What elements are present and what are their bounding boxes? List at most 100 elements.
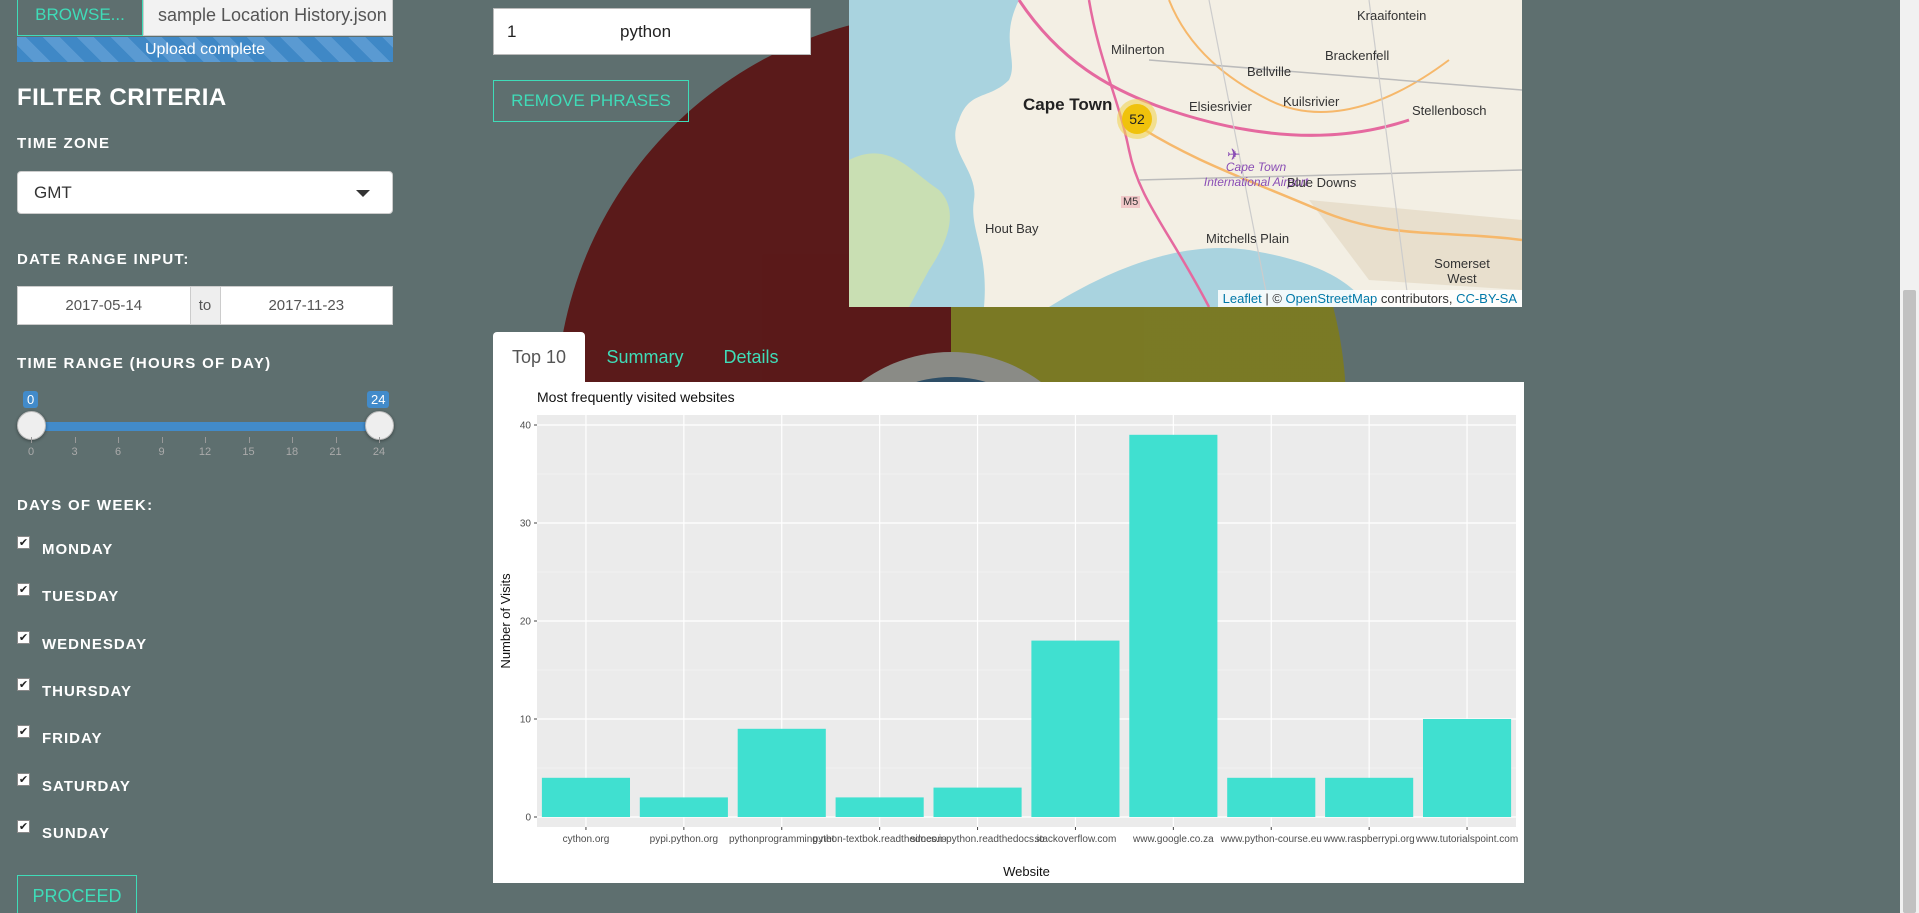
- map-label: Elsiesrivier: [1189, 99, 1252, 114]
- checkbox-icon[interactable]: ✔: [17, 725, 30, 739]
- tab-summary[interactable]: Summary: [598, 332, 692, 382]
- bar: [1422, 719, 1512, 817]
- time-range-label: TIME RANGE (HOURS OF DAY): [17, 355, 272, 372]
- map-label: Hout Bay: [985, 221, 1039, 236]
- upload-status-text: Upload complete: [144, 40, 266, 58]
- slider-tick-label: 0: [27, 446, 35, 458]
- attribution-sep: | ©: [1261, 291, 1286, 306]
- checkbox-icon[interactable]: ✔: [17, 677, 30, 691]
- slider-high-handle[interactable]: [365, 411, 394, 440]
- time-zone-label: TIME ZONE: [17, 135, 111, 152]
- map-label: Stellenbosch: [1412, 103, 1487, 118]
- slider-tick-mark: [335, 437, 337, 443]
- slider-tick-label: 6: [114, 446, 122, 458]
- map-label: Kuilsrivier: [1283, 94, 1340, 109]
- slider-tick-mark: [292, 437, 293, 443]
- time-zone-value: GMT: [34, 182, 72, 202]
- day-checkbox-friday[interactable]: ✔ FRIDAY: [17, 725, 102, 747]
- y-tick-label: 0: [525, 813, 531, 824]
- time-range-slider-track[interactable]: [31, 422, 379, 431]
- bar: [1129, 434, 1218, 817]
- remove-phrases-button[interactable]: REMOVE PHRASES: [493, 80, 689, 122]
- slider-tick-label: 3: [71, 446, 78, 458]
- browse-button[interactable]: BROWSE...: [17, 0, 143, 36]
- day-checkbox-thursday[interactable]: ✔ THURSDAY: [17, 677, 132, 700]
- x-tick-label: stackoverflow.com: [1035, 834, 1117, 845]
- slider-tick-mark: [379, 437, 380, 443]
- bar: [639, 797, 728, 817]
- y-tick-label: 30: [520, 519, 532, 530]
- map-label: Bellville: [1247, 64, 1292, 79]
- x-tick-label: cython.org: [563, 834, 610, 845]
- day-checkbox-tuesday[interactable]: ✔ TUESDAY: [17, 583, 119, 605]
- start-date-field[interactable]: 2017-05-14: [17, 286, 191, 325]
- file-upload-row: BROWSE... sample Location History.json: [17, 0, 393, 36]
- map-label: Blue Downs: [1287, 175, 1357, 190]
- day-checkbox-monday[interactable]: ✔ MONDAY: [17, 536, 114, 558]
- phrase-row-number: 1: [507, 22, 517, 41]
- file-name-field[interactable]: sample Location History.json: [143, 0, 393, 36]
- map-label: Somerset West: [1434, 256, 1490, 286]
- slider-tick-mark: [31, 437, 32, 443]
- proceed-button[interactable]: PROCEED: [17, 875, 137, 913]
- end-date-field[interactable]: 2017-11-23: [219, 286, 393, 325]
- y-tick-label: 40: [520, 421, 532, 432]
- chart-title: Most frequently visited websites: [537, 389, 735, 405]
- checkbox-icon[interactable]: ✔: [17, 583, 30, 597]
- y-axis-label: Number of Visits: [498, 573, 513, 669]
- checkbox-icon[interactable]: ✔: [17, 536, 30, 549]
- bar: [1325, 777, 1414, 817]
- phrase-row[interactable]: 1 python: [493, 8, 811, 55]
- checkbox-icon[interactable]: ✔: [17, 772, 30, 786]
- map-marker-cluster[interactable]: 52: [1117, 99, 1157, 139]
- map-attribution: Leaflet | © OpenStreetMap contributors, …: [1217, 290, 1522, 307]
- sidebar: BROWSE... sample Location History.json U…: [0, 0, 420, 913]
- y-tick-label: 20: [520, 617, 532, 628]
- map-label: Kraaifontein: [1357, 8, 1427, 23]
- bar: [835, 797, 924, 817]
- bar: [1031, 640, 1120, 817]
- map-label: Cape Town: [1023, 95, 1113, 114]
- day-label: WEDNESDAY: [42, 635, 148, 653]
- bar: [541, 777, 631, 817]
- slider-tick-label: 15: [242, 446, 255, 458]
- bar: [737, 728, 826, 817]
- day-checkbox-saturday[interactable]: ✔ SATURDAY: [17, 772, 131, 795]
- x-tick-label: www.tutorialspoint.com: [1415, 834, 1518, 845]
- x-tick-label: pypi.python.org: [650, 834, 718, 845]
- chart-svg: 010203040cython.org pypi.python.org python…: [498, 389, 1518, 879]
- tab-top-10[interactable]: Top 10: [493, 332, 585, 382]
- map-label: Milnerton: [1111, 42, 1165, 57]
- date-range-input: 2017-05-14 to 2017-11-23: [17, 286, 393, 325]
- license-link[interactable]: CC-BY-SA: [1456, 291, 1517, 306]
- slider-tick-mark: [205, 437, 206, 443]
- checkbox-icon[interactable]: ✔: [17, 630, 30, 644]
- slider-tick-label: 18: [285, 446, 299, 458]
- leaflet-link[interactable]: Leaflet: [1223, 291, 1262, 306]
- slider-low-handle[interactable]: [17, 411, 46, 440]
- slider-tick-label: 12: [198, 446, 212, 458]
- slider-tick-mark: [74, 437, 76, 443]
- map-label-route: M5: [1121, 196, 1141, 208]
- day-label: SUNDAY: [42, 824, 110, 842]
- scrollbar-thumb[interactable]: [1903, 290, 1916, 913]
- location-map[interactable]: Kraaifontein Milnerton Brackenfell Bellv…: [849, 0, 1522, 307]
- tab-details[interactable]: Details: [712, 332, 790, 382]
- day-checkbox-wednesday[interactable]: ✔ WEDNESDAY: [17, 630, 148, 653]
- osm-link[interactable]: OpenStreetMap: [1286, 291, 1378, 306]
- day-label: MONDAY: [42, 541, 114, 558]
- page-scrollbar[interactable]: [1900, 0, 1919, 913]
- x-tick-label: www.google.co.za: [1132, 834, 1214, 845]
- slider-high-value: 24: [367, 391, 390, 408]
- x-tick-label: simeon-python.readthedocs.io: [911, 834, 1045, 845]
- date-range-separator: to: [190, 286, 220, 325]
- bar: [1227, 777, 1316, 817]
- slider-tick-mark: [118, 437, 119, 443]
- day-checkbox-sunday[interactable]: ✔ SUNDAY: [17, 819, 110, 842]
- airport-icon: ✈: [1227, 147, 1241, 164]
- y-tick-label: 10: [520, 715, 532, 726]
- time-zone-select[interactable]: GMT: [17, 171, 393, 214]
- days-of-week-label: DAYS OF WEEK:: [17, 497, 154, 514]
- slider-tick-label: 9: [158, 446, 165, 458]
- checkbox-icon[interactable]: ✔: [17, 819, 30, 833]
